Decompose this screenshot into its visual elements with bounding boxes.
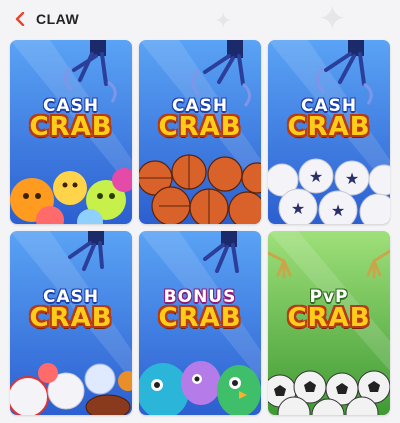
logo-main-text: CRAB (29, 112, 113, 142)
game-logo: CASH CRAB (10, 289, 132, 333)
game-card-cash-crab-stars[interactable]: ★ ★ ★ ★ CASH CRAB (268, 40, 390, 224)
svg-text:★: ★ (291, 199, 305, 218)
page-title: CLAW (36, 11, 80, 27)
chevron-left-icon (15, 12, 25, 26)
game-card-cash-crab-sports[interactable]: CASH CRAB (10, 231, 132, 415)
game-card-pvp-crab[interactable]: PvP CRAB (268, 231, 390, 415)
game-card-cash-crab-basketball[interactable]: CASH CRAB (139, 40, 261, 224)
logo-main-text: CRAB (29, 303, 113, 333)
game-logo: PvP CRAB (268, 289, 390, 333)
svg-text:★: ★ (331, 201, 345, 220)
game-logo: CASH CRAB (10, 98, 132, 142)
game-logo: BONUS CRAB (139, 289, 261, 333)
game-card-bonus-crab[interactable]: BONUS CRAB (139, 231, 261, 415)
game-logo: CASH CRAB (139, 98, 261, 142)
game-logo: CASH CRAB (268, 98, 390, 142)
back-button[interactable] (10, 9, 30, 29)
logo-main-text: CRAB (287, 112, 371, 142)
game-grid: CASH CRAB CASH CRAB ★ ★ ★ ★ CASH CRAB CA… (10, 40, 390, 415)
logo-main-text: CRAB (287, 303, 371, 333)
logo-main-text: CRAB (158, 303, 242, 333)
logo-main-text: CRAB (158, 112, 242, 142)
svg-text:★: ★ (345, 169, 359, 188)
svg-text:★: ★ (309, 167, 323, 186)
top-bar: CLAW (0, 0, 400, 38)
game-card-cash-crab-emoji[interactable]: CASH CRAB (10, 40, 132, 224)
